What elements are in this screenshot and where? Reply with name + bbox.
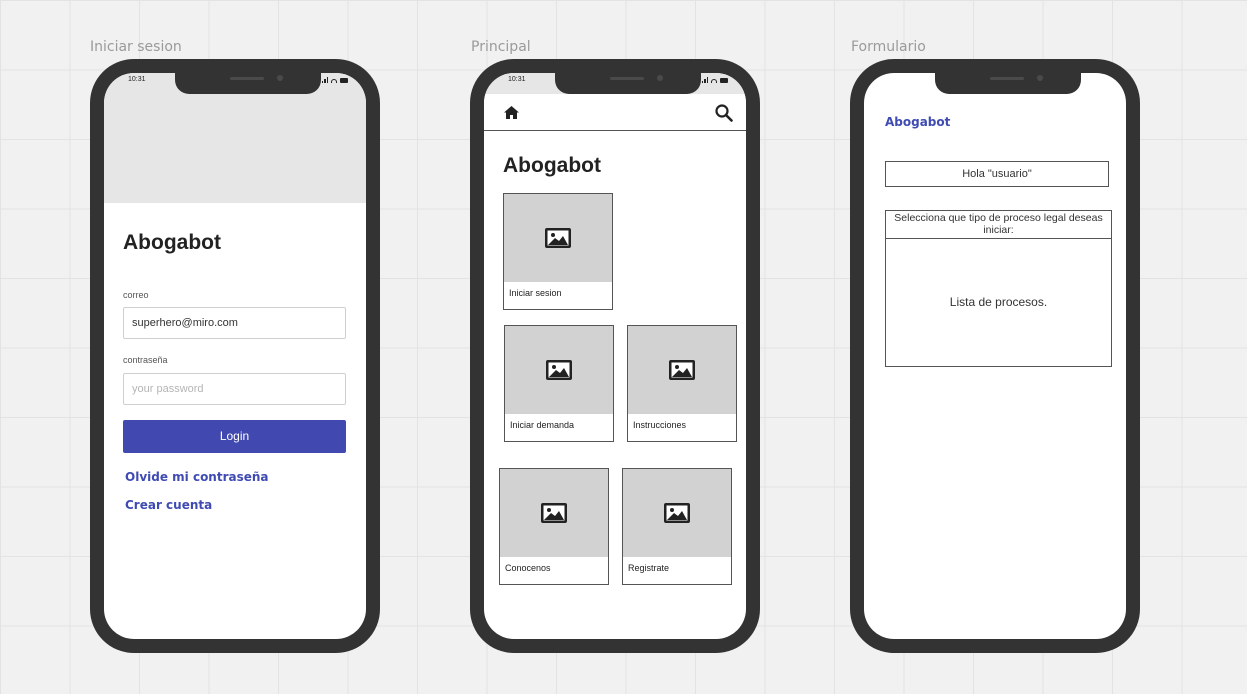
phone-principal: 10:31 Abogabot Iniciar sesion Iniciar de… (470, 59, 760, 653)
status-icons (701, 77, 728, 83)
greeting-box: Hola "usuario" (885, 161, 1109, 187)
phone-notch (935, 73, 1081, 94)
card-instrucciones[interactable]: Instrucciones (627, 325, 737, 442)
create-account-link[interactable]: Crear cuenta (125, 498, 212, 512)
form-brand: Abogabot (885, 115, 951, 129)
top-nav-bar (484, 94, 746, 131)
login-button[interactable]: Login (123, 420, 346, 453)
card-image (504, 194, 612, 282)
status-time: 10:31 (128, 76, 146, 83)
card-iniciar-demanda[interactable]: Iniciar demanda (504, 325, 614, 442)
card-image (500, 469, 608, 557)
login-title: Abogabot (123, 231, 221, 254)
card-label: Iniciar sesion (509, 288, 562, 298)
phone-notch (555, 73, 701, 94)
search-icon[interactable] (715, 104, 733, 122)
image-icon (541, 503, 567, 523)
image-icon (664, 503, 690, 523)
signal-icon (701, 77, 708, 83)
phone-notch (175, 73, 321, 94)
form-screen: Abogabot Hola "usuario" Selecciona que t… (864, 73, 1126, 639)
card-image (628, 326, 736, 414)
wifi-icon (331, 79, 337, 83)
principal-screen: 10:31 Abogabot Iniciar sesion Iniciar de… (484, 73, 746, 639)
card-image (505, 326, 613, 414)
card-label: Instrucciones (633, 420, 687, 430)
card-label: Iniciar demanda (510, 420, 575, 430)
image-icon (545, 228, 571, 248)
battery-icon (720, 78, 728, 83)
email-field[interactable]: superhero@miro.com (123, 307, 346, 339)
card-label: Registrate (628, 563, 670, 573)
card-registrate[interactable]: Registrate (622, 468, 732, 585)
password-field[interactable] (123, 373, 346, 405)
frame-label-formulario: Formulario (851, 39, 926, 55)
status-icons (321, 77, 348, 83)
battery-icon (340, 78, 348, 83)
process-list[interactable]: Lista de procesos. (885, 238, 1112, 367)
forgot-password-link[interactable]: Olvide mi contraseña (125, 470, 269, 484)
phone-formulario: Abogabot Hola "usuario" Selecciona que t… (850, 59, 1140, 653)
card-conocenos[interactable]: Conocenos (499, 468, 609, 585)
signal-icon (321, 77, 328, 83)
card-label: Conocenos (505, 563, 551, 573)
email-label: correo (123, 290, 149, 300)
card-image (623, 469, 731, 557)
image-icon (546, 360, 572, 380)
status-time: 10:31 (508, 76, 526, 83)
principal-title: Abogabot (503, 154, 601, 177)
frame-label-login: Iniciar sesion (90, 39, 182, 55)
password-label: contraseña (123, 355, 168, 365)
home-icon[interactable] (503, 105, 520, 120)
process-prompt: Selecciona que tipo de proceso legal des… (885, 210, 1112, 239)
phone-login: 10:31 Abogabot correo superhero@miro.com… (90, 59, 380, 653)
frame-label-principal: Principal (471, 39, 531, 55)
login-screen: 10:31 Abogabot correo superhero@miro.com… (104, 73, 366, 639)
card-iniciar-sesion[interactable]: Iniciar sesion (503, 193, 613, 310)
wifi-icon (711, 79, 717, 83)
image-icon (669, 360, 695, 380)
